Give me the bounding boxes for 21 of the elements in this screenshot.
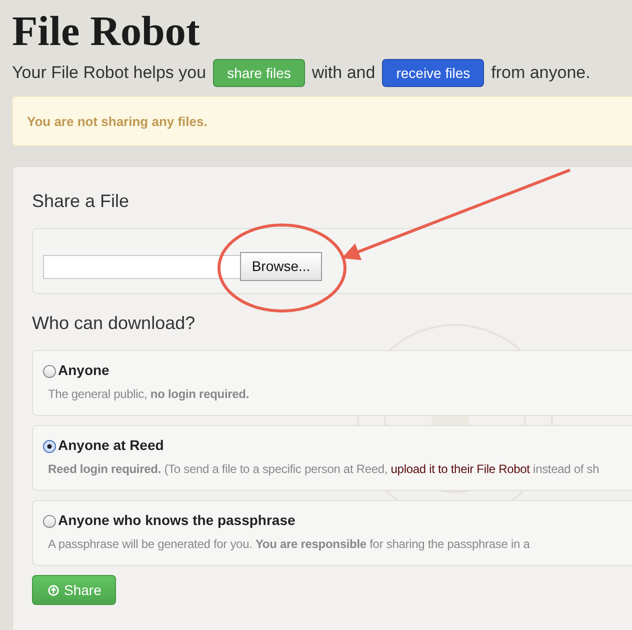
section-heading: Share a File [32,190,130,212]
option-label[interactable]: Anyone at Reed [58,436,164,452]
profile-link[interactable]: upload it to their File Robot [390,462,530,476]
page-title: File Robot [12,8,201,56]
radio-button[interactable] [43,365,56,378]
nav-button[interactable]: receive files [382,59,484,87]
tagline-text: with and [312,63,376,83]
tagline-text: Your File Robot helps you [12,63,206,83]
file-path-field[interactable] [43,255,241,279]
option-description: The general public, no login required. [48,387,250,401]
radio-button[interactable] [43,440,56,453]
option-label[interactable]: Anyone [58,362,110,378]
tagline-text: from anyone. [491,63,590,83]
option-label[interactable]: Anyone who knows the passphrase [58,512,296,528]
radio-button[interactable] [43,515,56,528]
alert-text: You are not sharing any files. [27,114,208,128]
browse-button[interactable]: Browse... [240,252,322,280]
option-description: Reed login required. (To send a file to a specific person at Reed, upload it to their File Robot instead of sh [48,462,600,476]
option-description: A passphrase will be generated for you. You are responsible for sharing the passphrase in a [48,537,531,551]
section-heading: Who can download? [32,312,196,334]
upload-icon [48,584,59,596]
